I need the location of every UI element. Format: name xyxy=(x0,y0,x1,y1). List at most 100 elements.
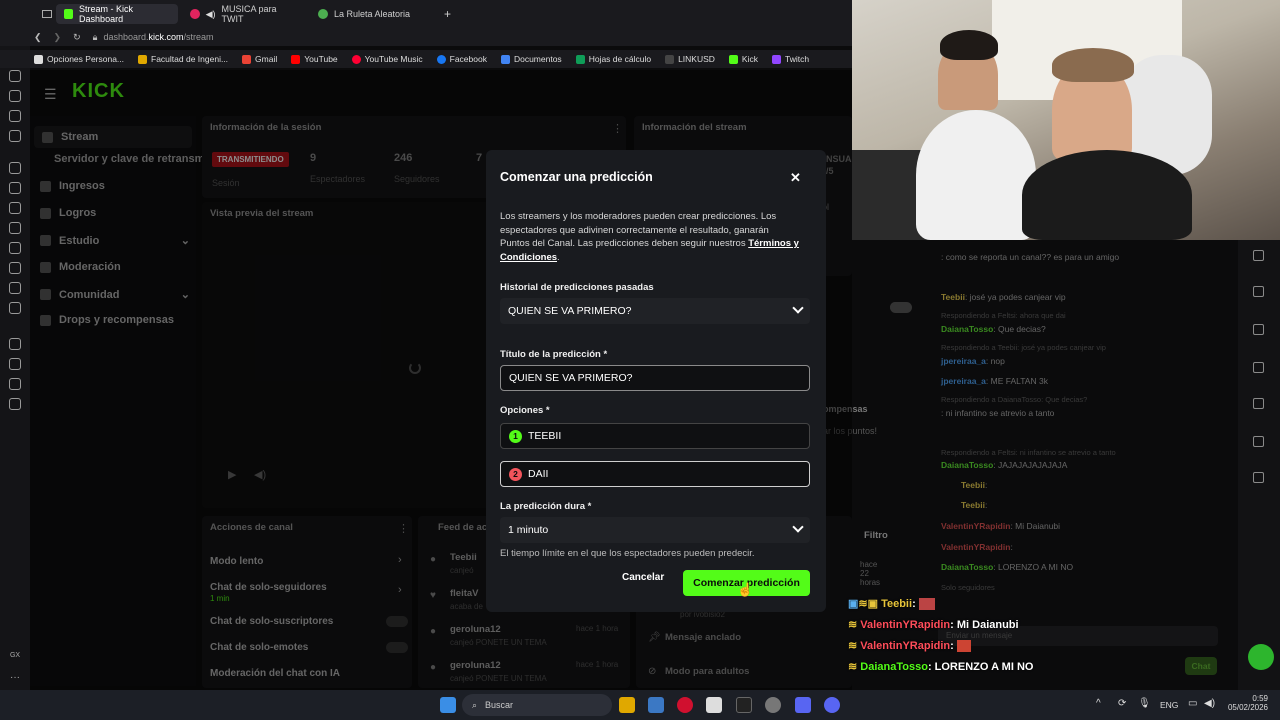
language-indicator[interactable]: ENG xyxy=(1160,700,1178,710)
stream-overlay-chat: ▣≋▣ Teebii: ≋ ValentinYRapidin: Mi Daian… xyxy=(846,594,1146,674)
chat-message: : ni infantino se atrevio a tanto xyxy=(941,408,1054,418)
bookmark-facebook[interactable]: Facebook xyxy=(436,54,487,64)
bookmark-opciones[interactable]: Opciones Persona... xyxy=(34,54,124,64)
tab-ruleta[interactable]: La Ruleta Aleatoria xyxy=(310,4,428,24)
page-icon xyxy=(34,54,43,64)
music-icon[interactable] xyxy=(9,130,21,142)
app-icon[interactable] xyxy=(706,697,722,713)
chat-message: Teebii: xyxy=(961,500,987,510)
chat-message: DaianaTosso: LORENZO A MI NO xyxy=(941,562,1073,572)
person-left-hair xyxy=(940,30,998,60)
new-tab-button[interactable]: + xyxy=(436,4,456,24)
crypto-icon[interactable] xyxy=(9,110,21,122)
overlay-text: : LORENZO A MI NO xyxy=(927,661,1034,673)
bookmark-youtube[interactable]: YouTube xyxy=(291,54,338,64)
file-explorer-icon[interactable] xyxy=(619,697,635,713)
flow-icon[interactable] xyxy=(9,90,21,102)
cancel-button[interactable]: Cancelar xyxy=(622,572,664,583)
twitch-icon[interactable] xyxy=(9,182,21,194)
sync-icon[interactable]: ⟳ xyxy=(1118,698,1126,709)
badge-icon: ≋▣ xyxy=(858,598,882,610)
back-icon[interactable]: ❮ xyxy=(34,32,42,43)
opera-gx-icon[interactable] xyxy=(677,697,693,713)
mic-icon[interactable]: 🎙︎ xyxy=(1138,698,1151,709)
gmail-icon xyxy=(242,54,252,64)
tab-kick-dashboard[interactable]: Stream - Kick Dashboard xyxy=(56,4,178,24)
chatgpt-icon[interactable] xyxy=(9,162,21,174)
bookmark-documentos[interactable]: Documentos xyxy=(500,54,562,64)
title-value: QUIEN SE VA PRIMERO? xyxy=(509,372,633,384)
steam-icon[interactable] xyxy=(765,697,781,713)
chat-user: Teebii xyxy=(961,480,985,490)
link-icon[interactable] xyxy=(1253,472,1264,483)
chevron-down-icon xyxy=(792,521,804,533)
tiktok-icon[interactable] xyxy=(9,282,21,294)
app2-icon[interactable] xyxy=(795,697,811,713)
settings-icon[interactable] xyxy=(9,398,21,410)
whatsapp-icon[interactable] xyxy=(9,222,21,234)
support-icon[interactable] xyxy=(1248,644,1274,670)
messenger-icon[interactable] xyxy=(9,202,21,214)
taskbar-search[interactable]: ⌕ Buscar xyxy=(462,694,612,716)
followers-only-hint: Solo seguidores xyxy=(941,583,995,592)
options-label: Opciones * xyxy=(500,405,550,416)
filter-label[interactable]: Filtro xyxy=(864,530,888,541)
lock-icon: 🔒︎ xyxy=(92,31,98,42)
layout-icon[interactable] xyxy=(1253,398,1264,409)
bookmark-facultad[interactable]: Facultad de Ingeni... xyxy=(138,54,228,64)
bookmark-linkusd[interactable]: LINKUSD xyxy=(665,54,715,64)
chat-user: ValentinYRapidin xyxy=(941,542,1011,552)
bookmark-label: Kick xyxy=(741,54,758,64)
broadcast-icon[interactable] xyxy=(1253,362,1264,373)
wrench-icon[interactable] xyxy=(1253,436,1264,447)
monitor-icon[interactable]: ▭ xyxy=(1188,698,1197,709)
photos-icon[interactable] xyxy=(648,697,664,713)
extensions-icon[interactable] xyxy=(9,378,21,390)
windows-start-icon[interactable] xyxy=(440,697,456,713)
clock-icon[interactable] xyxy=(9,358,21,370)
history-icon[interactable] xyxy=(9,70,21,82)
bookmark-gmail[interactable]: Gmail xyxy=(242,54,277,64)
instagram-icon[interactable] xyxy=(9,262,21,274)
duration-select[interactable]: 1 minuto xyxy=(500,517,810,543)
chat-user: ValentinYRapidin xyxy=(941,521,1011,531)
chat-send-button[interactable]: Chat xyxy=(1185,657,1217,675)
discord-icon[interactable] xyxy=(824,697,840,713)
option-2-input[interactable]: 2 DAII xyxy=(500,461,810,487)
bookmark-youtube-music[interactable]: YouTube Music xyxy=(351,54,423,64)
document-icon[interactable] xyxy=(1253,286,1264,297)
docs-icon xyxy=(500,54,510,64)
close-icon[interactable]: ✕ xyxy=(790,170,801,186)
volume-icon[interactable]: ◀) xyxy=(1204,698,1215,709)
title-label: Título de la predicción * xyxy=(500,349,608,360)
tab-musica[interactable]: ◀) MUSICA para TWIT xyxy=(182,4,306,24)
bookmark-label: Twitch xyxy=(784,54,810,64)
badge-icon: ≋ xyxy=(848,640,861,652)
lightning-icon[interactable] xyxy=(1253,250,1264,261)
bookmark-label: Gmail xyxy=(255,54,278,64)
obs-icon[interactable] xyxy=(736,697,752,713)
prediction-title-input[interactable]: QUIEN SE VA PRIMERO? xyxy=(500,365,810,391)
history-value: QUIEN SE VA PRIMERO? xyxy=(508,305,632,317)
bookmark-kick[interactable]: Kick xyxy=(728,54,758,64)
history-select[interactable]: QUIEN SE VA PRIMERO? xyxy=(500,298,810,324)
chat-reply-hint: Respondiendo a Feltsi: ahora que dai xyxy=(941,311,1066,320)
overlay-message: ▣≋▣ Teebii: xyxy=(848,597,935,611)
chevron-up-icon[interactable]: ^ xyxy=(1096,698,1101,709)
reload-icon[interactable]: ↻ xyxy=(73,32,81,43)
overlay-message: ≋ ValentinYRapidin: Mi Daianubi xyxy=(848,618,1019,631)
forward-icon[interactable]: ❯ xyxy=(54,32,62,43)
telegram-icon[interactable] xyxy=(9,242,21,254)
clock[interactable]: 0:59 05/02/2026 xyxy=(1224,694,1268,712)
more-icon[interactable]: ··· xyxy=(10,672,20,683)
url-field[interactable]: dashboard.kick.com/stream xyxy=(103,32,213,42)
player-icon[interactable] xyxy=(9,338,21,350)
feed-time: hace 22 horas xyxy=(860,560,881,587)
bookmark-twitch[interactable]: Twitch xyxy=(771,54,810,64)
chat-bubble-icon[interactable] xyxy=(1253,324,1264,335)
toggle-switch[interactable] xyxy=(890,302,912,313)
option-1-value: TEEBII xyxy=(528,430,562,442)
bookmark-hojas[interactable]: Hojas de cálculo xyxy=(575,54,651,64)
option-1-input[interactable]: 1 TEEBII xyxy=(500,423,810,449)
x-icon[interactable] xyxy=(9,302,21,314)
